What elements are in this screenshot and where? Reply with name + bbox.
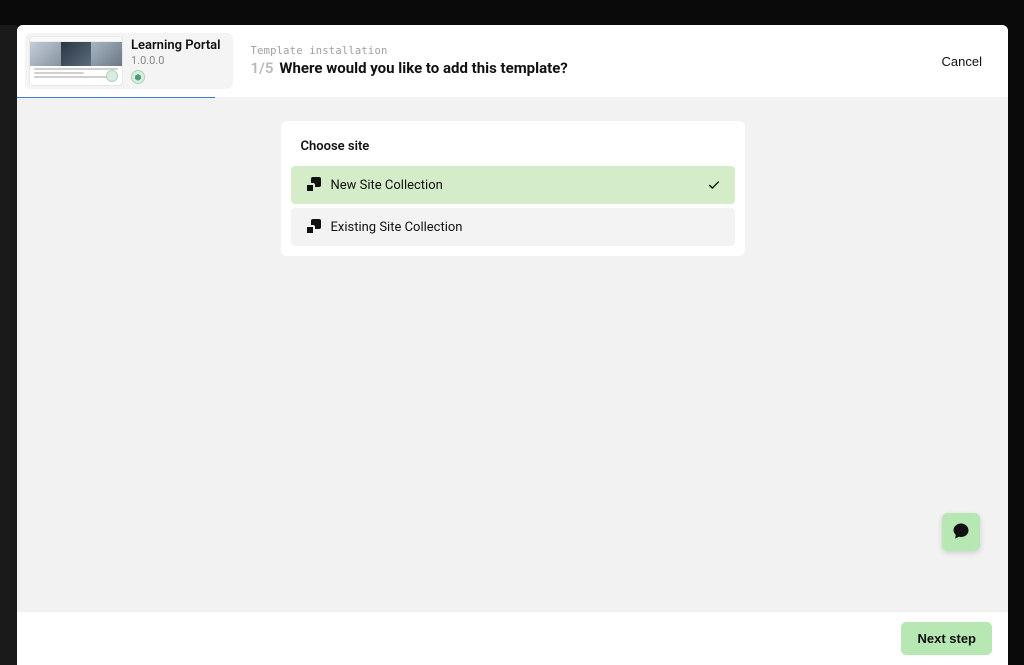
wizard-modal: Learning Portal 1.0.0.0 ⬢ Template insta…: [17, 25, 1008, 665]
progress-bar: [17, 97, 215, 98]
template-meta: Learning Portal 1.0.0.0 ⬢: [131, 38, 221, 84]
site-collection-icon: [305, 177, 321, 193]
chat-icon: [951, 521, 971, 544]
wizard-body: Choose site New Site Collection Existing…: [17, 97, 1008, 611]
template-name: Learning Portal: [131, 38, 221, 53]
option-label: New Site Collection: [331, 178, 697, 193]
option-label: Existing Site Collection: [331, 220, 721, 235]
template-thumbnail: [29, 36, 123, 86]
wizard-header: Learning Portal 1.0.0.0 ⬢ Template insta…: [17, 25, 1008, 97]
template-card: Learning Portal 1.0.0.0 ⬢: [25, 33, 233, 89]
template-type-icon: ⬢: [131, 70, 145, 84]
template-version: 1.0.0.0: [131, 54, 221, 67]
cancel-button[interactable]: Cancel: [940, 48, 984, 75]
sidebar-sliver: [0, 25, 17, 665]
card-title: Choose site: [291, 139, 735, 166]
wizard-step-indicator: 1/5: [251, 59, 274, 77]
check-icon: [707, 178, 721, 192]
wizard-title-block: Template installation 1/5 Where would yo…: [251, 45, 568, 77]
wizard-breadcrumb: Template installation: [251, 45, 568, 57]
option-existing-site-collection[interactable]: Existing Site Collection: [291, 208, 735, 246]
wizard-footer: Next step: [17, 611, 1008, 665]
choose-site-card: Choose site New Site Collection Existing…: [281, 121, 745, 256]
chat-fab[interactable]: [942, 513, 980, 551]
option-new-site-collection[interactable]: New Site Collection: [291, 166, 735, 204]
site-collection-icon: [305, 219, 321, 235]
next-step-button[interactable]: Next step: [901, 622, 992, 655]
wizard-question: Where would you like to add this templat…: [279, 59, 567, 77]
